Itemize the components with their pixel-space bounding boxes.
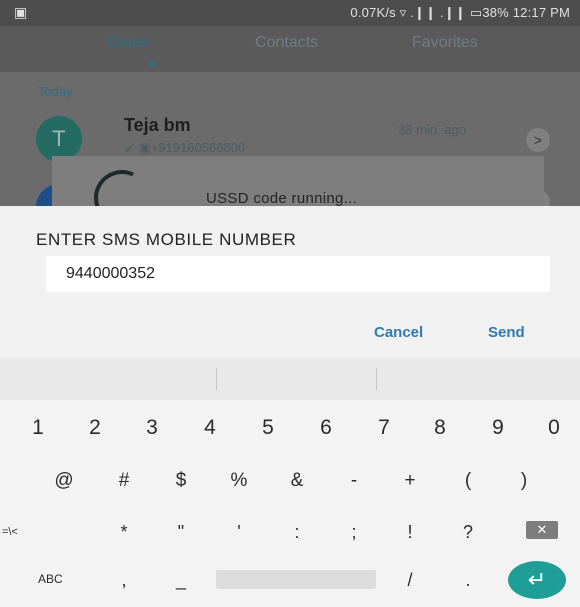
key-8[interactable]: 8: [425, 416, 455, 440]
key-asterisk[interactable]: *: [109, 522, 139, 543]
suggestion-bar: [0, 358, 580, 400]
enter-icon[interactable]: ↵: [508, 561, 566, 599]
key-ampersand[interactable]: &: [282, 470, 312, 492]
mobile-number-input[interactable]: [46, 256, 550, 292]
key-percent[interactable]: %: [224, 470, 254, 492]
contact-name: Teja bm: [124, 115, 191, 135]
suggestion-divider: [376, 368, 377, 390]
key-semicolon[interactable]: ;: [339, 522, 369, 543]
tab-favorites[interactable]: Favorites: [412, 34, 478, 52]
key-dollar[interactable]: $: [166, 470, 196, 492]
notification-icon: ▣: [14, 4, 28, 20]
key-comma[interactable]: ,: [109, 570, 139, 591]
cancel-button[interactable]: Cancel: [374, 324, 423, 341]
active-tab-indicator: [149, 61, 155, 67]
status-bar: ▣ 0.07K/s ▿ .❙❙ .❙❙ ▭38% 12:17 PM: [0, 0, 580, 26]
key-abc[interactable]: ABC: [38, 572, 63, 586]
key-colon[interactable]: :: [282, 522, 312, 543]
tab-dialer[interactable]: Dialer: [108, 34, 150, 52]
key-5[interactable]: 5: [253, 416, 283, 440]
dialog-title: ENTER SMS MOBILE NUMBER: [36, 230, 297, 249]
key-4[interactable]: 4: [195, 416, 225, 440]
key-7[interactable]: 7: [369, 416, 399, 440]
section-header-today: Today: [38, 84, 73, 99]
key-0[interactable]: 0: [539, 416, 569, 440]
send-button[interactable]: Send: [488, 324, 525, 341]
key-at[interactable]: @: [49, 470, 79, 492]
keyboard: 1 2 3 4 5 6 7 8 9 0 @ # $ % & - + ( ) =\…: [0, 358, 580, 607]
key-6[interactable]: 6: [311, 416, 341, 440]
key-slash[interactable]: /: [395, 570, 425, 591]
key-open-paren[interactable]: (: [453, 470, 483, 492]
key-plus[interactable]: +: [395, 470, 425, 492]
sms-number-dialog: ENTER SMS MOBILE NUMBER Cancel Send: [0, 206, 580, 358]
key-exclamation[interactable]: !: [395, 522, 425, 543]
key-hash[interactable]: #: [109, 470, 139, 492]
ussd-progress-dialog: USSD code running...: [52, 156, 544, 234]
ussd-status-text: USSD code running...: [206, 190, 358, 207]
suggestion-divider: [216, 368, 217, 390]
key-close-paren[interactable]: ): [509, 470, 539, 492]
tab-contacts[interactable]: Contacts: [255, 34, 318, 52]
status-bar-info: 0.07K/s ▿ .❙❙ .❙❙ ▭38% 12:17 PM: [350, 5, 570, 20]
key-3[interactable]: 3: [137, 416, 167, 440]
space-bar[interactable]: [216, 570, 376, 589]
key-1[interactable]: 1: [23, 416, 53, 440]
contact-number: ↙ ▣+919160566800: [124, 140, 246, 155]
call-time: 38 min. ago: [398, 122, 466, 137]
tab-bar: Dialer Contacts Favorites: [0, 26, 580, 72]
key-period[interactable]: .: [453, 570, 483, 591]
key-underscore[interactable]: _: [166, 570, 196, 591]
key-more-symbols[interactable]: =\<: [2, 526, 18, 538]
call-detail-chevron-icon[interactable]: >: [526, 128, 550, 152]
key-9[interactable]: 9: [483, 416, 513, 440]
key-question[interactable]: ?: [453, 522, 483, 543]
key-2[interactable]: 2: [80, 416, 110, 440]
key-apostrophe[interactable]: ': [224, 522, 254, 543]
backspace-icon[interactable]: ✕: [526, 521, 558, 539]
key-minus[interactable]: -: [339, 470, 369, 492]
key-quote[interactable]: ": [166, 522, 196, 543]
